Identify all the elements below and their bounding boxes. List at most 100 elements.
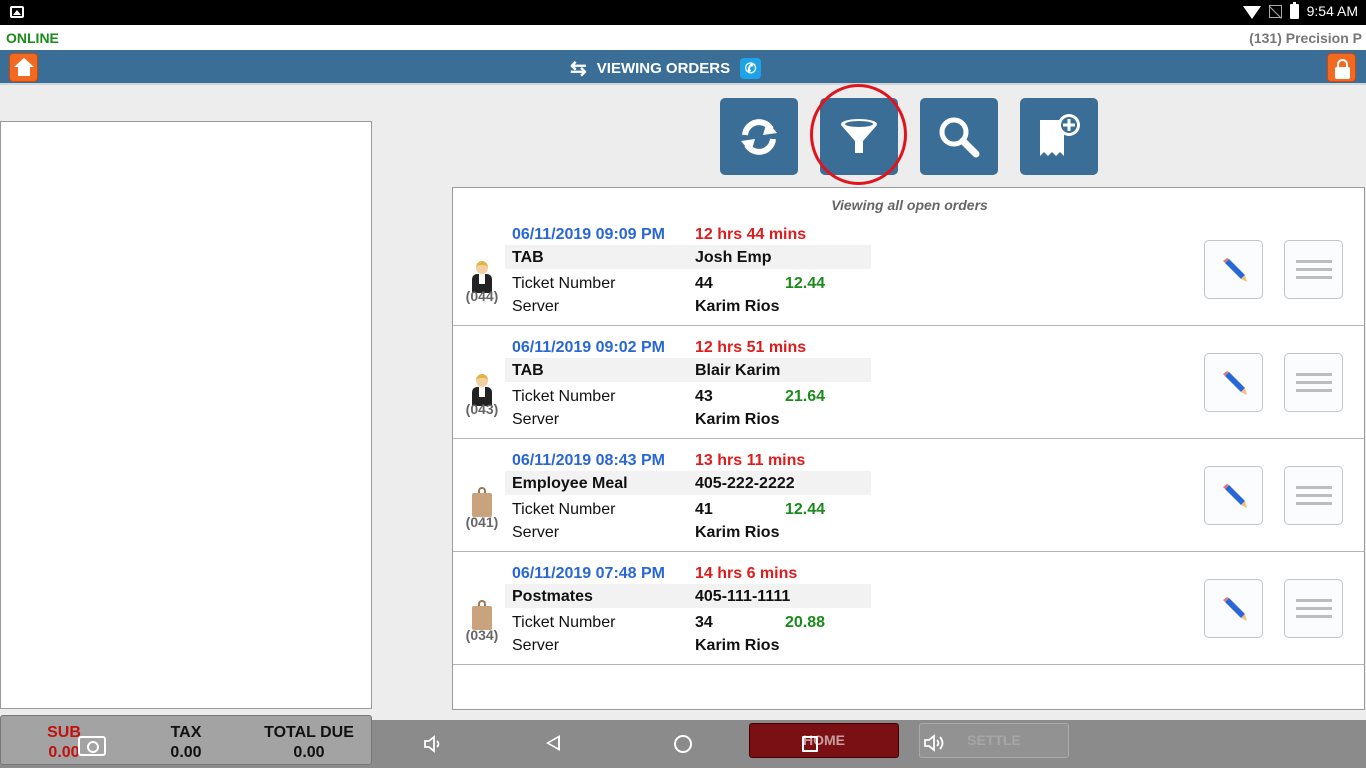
customer-phone: 405-222-2222: [695, 475, 795, 492]
server-name: Karim Rios: [695, 411, 780, 428]
order-type: Postmates: [512, 588, 593, 605]
camera-icon[interactable]: [78, 736, 106, 756]
order-row[interactable]: (043) 06/11/2019 09:02 PM 12 hrs 51 mins…: [453, 326, 1364, 439]
connection-bar: ONLINE (131) Precision P: [0, 25, 1366, 50]
refresh-button[interactable]: [720, 98, 798, 175]
orders-list-panel: Viewing all open orders (044) 06/11/2019…: [452, 187, 1365, 710]
order-menu-button[interactable]: [1284, 579, 1343, 638]
server-name: Karim Rios: [695, 524, 780, 541]
status-icons: 9:54 AM: [1242, 1, 1358, 19]
ticket-number: 44: [695, 275, 713, 292]
page-title: VIEWING ORDERS: [596, 60, 731, 77]
search-icon: [939, 117, 980, 157]
order-elapsed: 13 hrs 11 mins: [695, 452, 806, 469]
home-button[interactable]: HOME: [749, 723, 899, 758]
connection-status: ONLINE: [6, 30, 59, 46]
edit-order-button[interactable]: [1204, 353, 1263, 412]
total-due-label: TOTAL DUE: [264, 724, 354, 741]
add-receipt-icon: [1040, 113, 1080, 156]
order-number: (044): [465, 288, 499, 304]
order-type: Employee Meal: [512, 475, 628, 492]
hamburger-icon: [1295, 486, 1332, 489]
order-menu-button[interactable]: [1284, 466, 1343, 525]
lock-button[interactable]: [1327, 53, 1356, 82]
volume-up-icon[interactable]: [923, 733, 949, 753]
search-button[interactable]: [920, 98, 998, 175]
tax-label: TAX: [170, 724, 202, 741]
app-header: ⇆ VIEWING ORDERS ✆: [0, 50, 1366, 85]
home-nav-button[interactable]: [9, 53, 38, 82]
volume-down-icon[interactable]: [423, 735, 443, 753]
edit-order-button[interactable]: [1204, 466, 1263, 525]
order-date: 06/11/2019 07:48 PM: [512, 565, 666, 582]
server-label: Server: [512, 298, 560, 315]
customer-name: Josh Emp: [695, 249, 772, 266]
order-date: 06/11/2019 09:02 PM: [512, 339, 666, 356]
order-menu-button[interactable]: [1284, 353, 1343, 412]
tax: TAX 0.00: [151, 723, 221, 763]
order-menu-button[interactable]: [1284, 240, 1343, 299]
order-amount: 12.44: [785, 501, 826, 518]
clock: 9:54 AM: [1306, 3, 1358, 19]
totals-bar: SUB 0.00 TAX 0.00 TOTAL DUE 0.00: [0, 715, 372, 765]
edit-order-button[interactable]: [1204, 579, 1263, 638]
order-date: 06/11/2019 08:43 PM: [512, 452, 666, 469]
pencil-icon: [1222, 257, 1247, 282]
row-stripe: [505, 245, 871, 269]
no-signal-icon: [1268, 4, 1282, 18]
order-elapsed: 14 hrs 6 mins: [695, 565, 798, 582]
ticket-number: 34: [695, 614, 713, 631]
home-circle-icon[interactable]: [674, 735, 692, 753]
customer-name: Blair Karim: [695, 362, 781, 379]
order-number: (041): [465, 514, 499, 530]
status-bar: 9:54 AM: [0, 0, 1366, 25]
header-title-group: ⇆ VIEWING ORDERS ✆: [570, 58, 762, 79]
order-amount: 12.44: [785, 275, 826, 292]
pencil-icon: [1222, 370, 1247, 395]
order-type: TAB: [512, 362, 544, 379]
order-row[interactable]: (044) 06/11/2019 09:09 PM 12 hrs 44 mins…: [453, 213, 1364, 326]
edit-order-button[interactable]: [1204, 240, 1263, 299]
ticket-label: Ticket Number: [512, 501, 616, 518]
order-number: (043): [465, 401, 499, 417]
lock-icon: [1335, 59, 1350, 79]
hamburger-icon: [1295, 260, 1332, 263]
order-number: (034): [465, 627, 499, 643]
home-icon: [14, 58, 34, 76]
ticket-label: Ticket Number: [512, 275, 616, 292]
ticket-detail-panel: [0, 121, 372, 709]
pencil-icon: [1222, 596, 1247, 621]
bag-icon: [467, 600, 497, 630]
tax-value: 0.00: [170, 744, 202, 761]
total-due-value: 0.00: [293, 744, 325, 761]
new-order-button[interactable]: [1020, 98, 1098, 175]
server-label: Server: [512, 524, 560, 541]
order-row[interactable]: (034) 06/11/2019 07:48 PM 14 hrs 6 mins …: [453, 552, 1364, 665]
total-due: TOTAL DUE 0.00: [259, 723, 359, 763]
ticket-number: 43: [695, 388, 713, 405]
order-amount: 20.88: [785, 614, 826, 631]
pencil-icon: [1222, 483, 1247, 508]
image-notification-icon: [10, 6, 24, 18]
row-stripe: [505, 358, 871, 382]
back-icon[interactable]: [546, 735, 560, 751]
wifi-icon: [1242, 5, 1261, 19]
order-amount: 21.64: [785, 388, 826, 405]
order-row[interactable]: (041) 06/11/2019 08:43 PM 13 hrs 11 mins…: [453, 439, 1364, 552]
recents-icon[interactable]: [802, 736, 818, 752]
bag-icon: [467, 487, 497, 517]
ticket-label: Ticket Number: [512, 614, 616, 631]
ticket-number: 41: [695, 501, 713, 518]
order-elapsed: 12 hrs 51 mins: [695, 339, 807, 356]
ticket-label: Ticket Number: [512, 388, 616, 405]
phone-icon[interactable]: ✆: [740, 58, 762, 79]
hamburger-icon: [1295, 373, 1332, 376]
list-caption: Viewing all open orders: [831, 197, 988, 213]
customer-phone: 405-111-1111: [695, 588, 791, 605]
swap-arrows-icon[interactable]: ⇆: [570, 59, 587, 79]
store-name: (131) Precision P: [1249, 30, 1362, 46]
server-name: Karim Rios: [695, 298, 780, 315]
filter-button[interactable]: [820, 98, 898, 175]
server-name: Karim Rios: [695, 637, 780, 654]
order-type: TAB: [512, 249, 544, 266]
